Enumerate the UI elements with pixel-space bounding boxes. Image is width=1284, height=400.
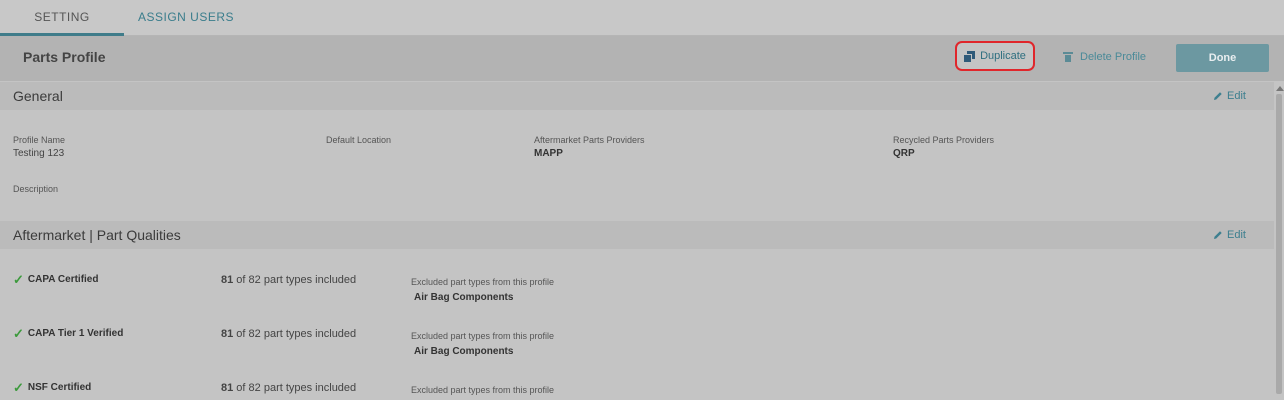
excluded-label: Excluded part types from this profile xyxy=(411,331,555,341)
quality-name: CAPA Certified xyxy=(27,274,99,285)
qualities-edit-link[interactable]: Edit xyxy=(1213,229,1246,241)
quality-name: NSF Certified xyxy=(27,382,92,393)
aftermarket-providers-value: MAPP xyxy=(534,148,563,159)
check-icon: ✓ xyxy=(13,325,24,341)
pencil-icon xyxy=(1214,231,1222,239)
excluded-label: Excluded part types from this profile xyxy=(411,277,555,287)
scroll-thumb[interactable] xyxy=(1276,94,1282,394)
delete-profile-label: Delete Profile xyxy=(1080,51,1147,63)
excluded-value: Air Bag Components xyxy=(414,346,514,357)
check-icon: ✓ xyxy=(13,271,24,287)
excluded-value: Air Bag Components xyxy=(414,292,514,303)
quality-name: CAPA Tier 1 Verified xyxy=(27,328,124,339)
quality-row-name: ✓ NSF Certified xyxy=(13,379,92,395)
quality-count: 81 of 82 part types included xyxy=(221,274,356,286)
qualities-section-header: Aftermarket | Part Qualities Edit xyxy=(0,221,1274,249)
quality-row-name: ✓ CAPA Tier 1 Verified xyxy=(13,325,124,341)
done-button[interactable]: Done xyxy=(1176,44,1269,72)
tab-bar: SETTING ASSIGN USERS xyxy=(0,0,1284,36)
count-suffix: of 82 part types included xyxy=(233,382,357,394)
scroll-up-arrow-icon[interactable] xyxy=(1276,86,1284,91)
quality-count: 81 of 82 part types included xyxy=(221,382,356,394)
excluded-label: Excluded part types from this profile xyxy=(411,385,555,395)
tab-assign-users[interactable]: ASSIGN USERS xyxy=(124,0,248,35)
included-count: 81 xyxy=(221,328,234,340)
page-title: Parts Profile xyxy=(23,49,106,65)
duplicate-icon xyxy=(964,50,976,62)
included-count: 81 xyxy=(221,382,234,394)
general-edit-link[interactable]: Edit xyxy=(1213,90,1246,102)
tab-setting[interactable]: SETTING xyxy=(0,0,124,36)
default-location-label: Default Location xyxy=(326,135,392,145)
general-section-header: General Edit xyxy=(0,82,1274,110)
recycled-providers-value: QRP xyxy=(893,148,915,159)
description-label: Description xyxy=(13,184,59,194)
included-count: 81 xyxy=(221,274,234,286)
delete-profile-button[interactable]: Delete Profile xyxy=(1063,49,1147,65)
profile-name-label: Profile Name xyxy=(13,135,66,145)
quality-count: 81 of 82 part types included xyxy=(221,328,356,340)
duplicate-button[interactable]: Duplicate xyxy=(955,41,1035,71)
qualities-edit-label: Edit xyxy=(1227,229,1246,241)
recycled-providers-label: Recycled Parts Providers xyxy=(893,135,995,145)
profile-name-value: Testing 123 xyxy=(13,148,65,159)
general-edit-label: Edit xyxy=(1227,90,1246,102)
duplicate-label: Duplicate xyxy=(980,50,1026,62)
aftermarket-providers-label: Aftermarket Parts Providers xyxy=(534,135,645,145)
count-suffix: of 82 part types included xyxy=(233,274,357,286)
pencil-icon xyxy=(1214,92,1222,100)
count-suffix: of 82 part types included xyxy=(233,328,357,340)
quality-row-name: ✓ CAPA Certified xyxy=(13,271,99,287)
general-title: General xyxy=(13,88,63,104)
vertical-scrollbar[interactable] xyxy=(1274,82,1284,400)
check-icon: ✓ xyxy=(13,379,24,395)
trash-icon xyxy=(1063,52,1073,62)
qualities-title: Aftermarket | Part Qualities xyxy=(13,227,181,243)
